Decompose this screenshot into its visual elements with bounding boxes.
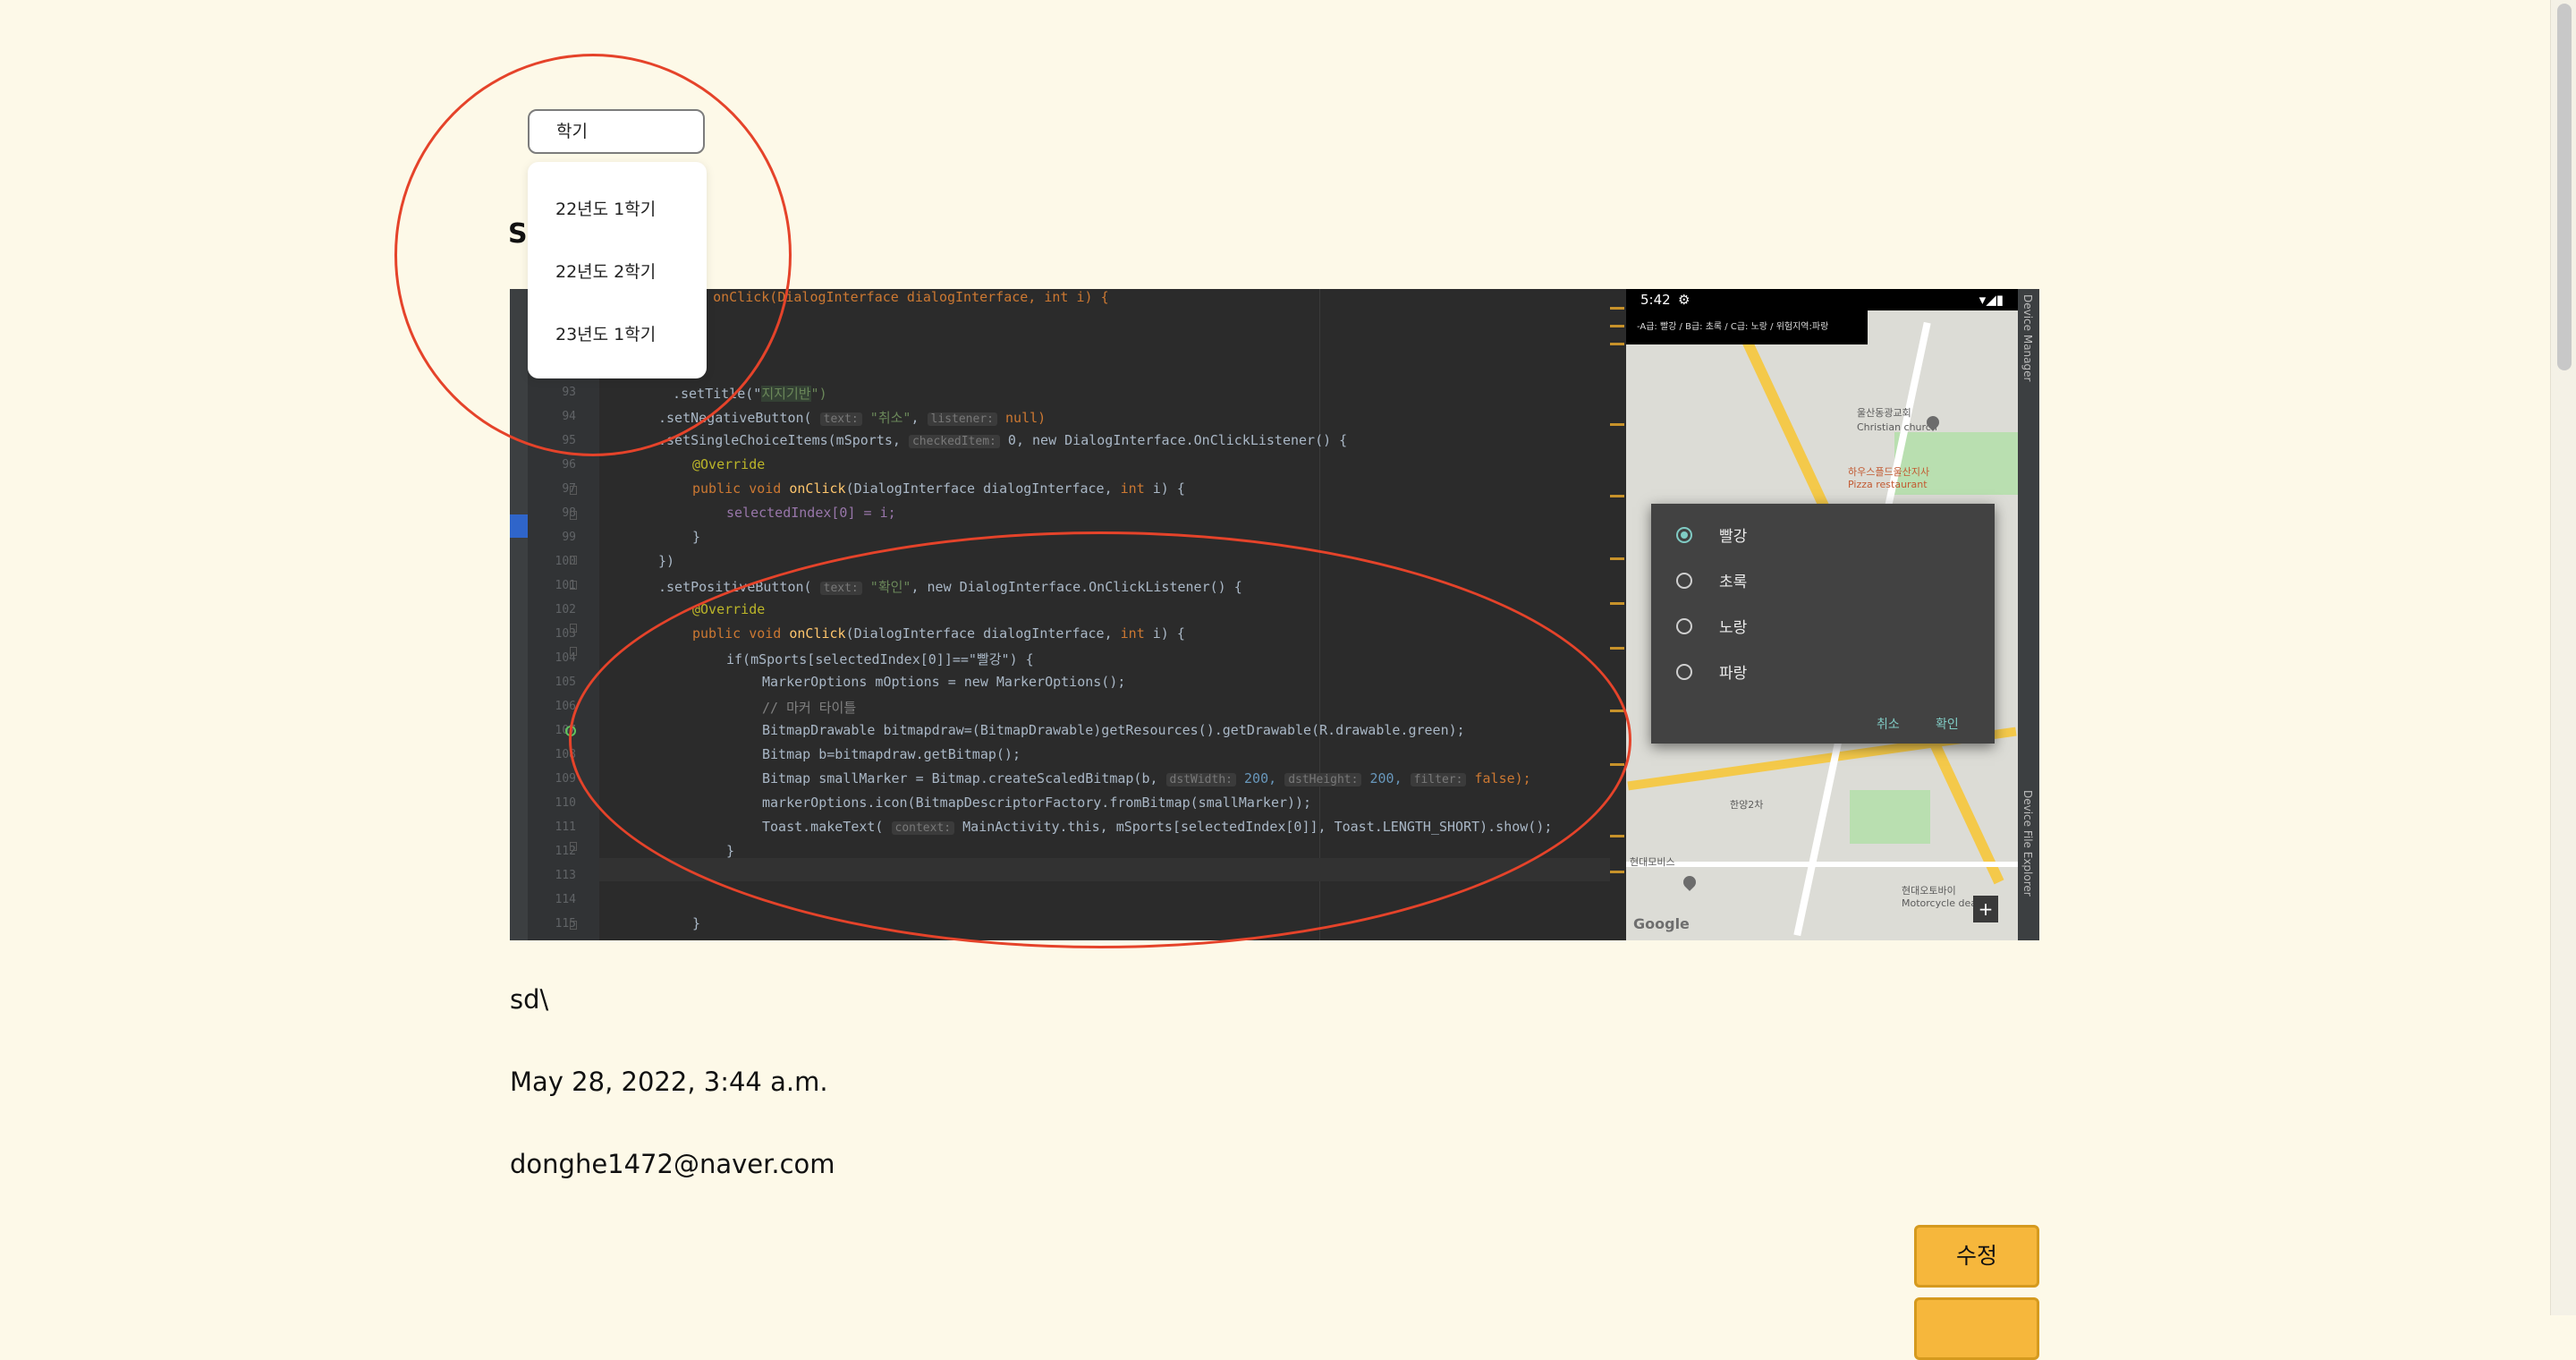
semester-option[interactable]: 22년도 2학기	[555, 259, 656, 283]
single-choice-dialog: 빨강 초록 노랑 파랑 취소 확인	[1651, 504, 1995, 744]
semester-option[interactable]: 23년도 1학기	[555, 321, 656, 345]
page-scrollbar-thumb[interactable]	[2557, 4, 2572, 370]
line-number: 106	[555, 700, 576, 713]
ide-side-panel: Device Manager Device File Explorer	[2018, 289, 2039, 940]
radio-yellow	[1676, 618, 1692, 634]
edit-button[interactable]: 수정	[1914, 1225, 2039, 1288]
line-number: 105	[555, 676, 576, 689]
dialog-confirm-button: 확인	[1936, 718, 1959, 732]
map-zoom-in-button: +	[1973, 896, 1998, 922]
radio-blue	[1676, 664, 1692, 680]
toast-message: -A급: 빨강 / B급: 초록 / C급: 노랑 / 위험지역:파랑	[1626, 310, 1868, 344]
google-logo: Google	[1633, 915, 1690, 932]
bookmark-marker	[510, 514, 528, 538]
line-number: 109	[555, 772, 576, 786]
line-number: 114	[555, 893, 576, 906]
annotation-ellipse	[569, 531, 1631, 948]
secondary-action-button[interactable]	[1914, 1297, 2039, 1360]
line-number: 111	[555, 820, 576, 834]
radio-green	[1676, 573, 1692, 589]
semester-dropdown-menu: 22년도 1학기 22년도 2학기 23년도 1학기	[528, 162, 707, 378]
line-number: 102	[555, 603, 576, 616]
line-number: 96	[562, 458, 576, 472]
semester-select[interactable]: 학기	[528, 109, 705, 154]
map-pin-icon	[1681, 873, 1699, 891]
editor-error-stripe	[1610, 289, 1626, 940]
radio-red	[1676, 527, 1692, 543]
post-date: May 28, 2022, 3:44 a.m.	[510, 1067, 828, 1097]
post-author-email: donghe1472@naver.com	[510, 1149, 835, 1179]
line-number: 113	[555, 869, 576, 882]
android-emulator: 울산동광교회 Christian church 하우스플드울산지사 Pizza …	[1626, 289, 2018, 940]
dialog-cancel-button: 취소	[1877, 718, 1900, 732]
gear-icon: ⚙	[1678, 292, 1690, 308]
battery-icon: ▾◢▮	[1979, 292, 2004, 308]
line-number: 99	[562, 531, 576, 544]
android-status-bar: 5:42 ⚙ ▾◢▮	[1626, 289, 2018, 310]
post-body: sd\	[510, 984, 549, 1015]
semester-option[interactable]: 22년도 1학기	[555, 196, 656, 220]
line-number: 110	[555, 796, 576, 810]
page-scrollbar[interactable]	[2550, 0, 2576, 1315]
